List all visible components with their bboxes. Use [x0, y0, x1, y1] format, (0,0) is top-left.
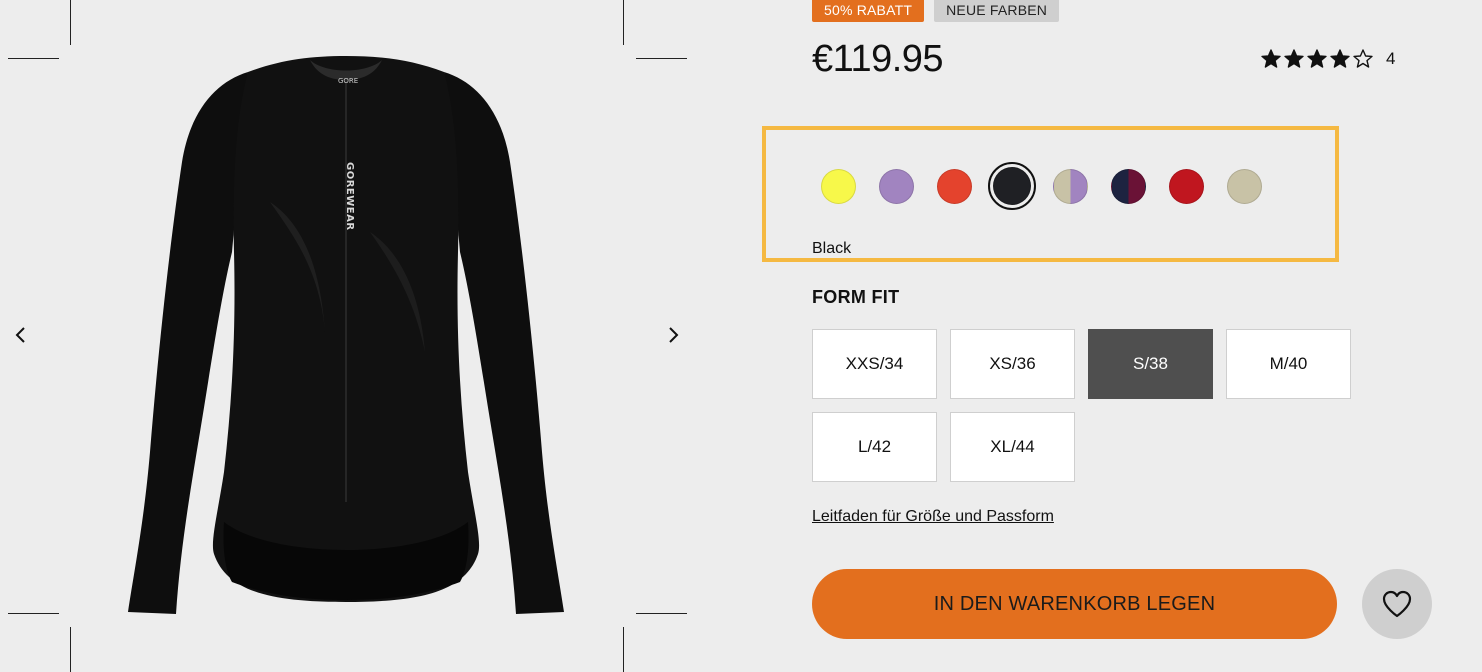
chevron-right-icon	[669, 327, 679, 343]
size-option[interactable]: L/42	[812, 412, 937, 482]
neck-label-text: GORE	[338, 77, 358, 85]
badge-row: 50% RABATT NEUE FARBEN	[812, 0, 1060, 22]
product-rating[interactable]: 4	[1261, 49, 1395, 69]
swatch-color-dot	[1053, 169, 1088, 204]
crop-mark	[70, 627, 71, 672]
swatch-color-dot	[937, 169, 972, 204]
product-gallery: GORE GOREWEAR	[0, 0, 690, 672]
crop-mark	[70, 0, 71, 45]
heart-icon	[1382, 590, 1412, 618]
fit-heading: FORM FIT	[812, 287, 900, 307]
product-image: GORE GOREWEAR	[128, 56, 564, 614]
star-filled-icon	[1261, 49, 1281, 68]
swatch-color-dot	[993, 167, 1031, 205]
size-guide-link[interactable]: Leitfaden für Größe und Passform	[812, 508, 1054, 526]
color-swatch-black[interactable]	[988, 162, 1036, 210]
crop-mark	[636, 58, 687, 59]
color-swatch-yellow[interactable]	[820, 168, 857, 205]
color-swatch-navy-burgundy[interactable]	[1110, 168, 1147, 205]
swatch-color-dot	[1111, 169, 1146, 204]
color-swatch-beige-lavender[interactable]	[1052, 168, 1089, 205]
chevron-left-icon	[15, 327, 25, 343]
crop-mark	[8, 613, 59, 614]
size-option[interactable]: XXS/34	[812, 329, 937, 399]
color-swatch-red[interactable]	[1168, 168, 1205, 205]
crop-mark	[623, 627, 624, 672]
swatch-color-dot	[1227, 169, 1262, 204]
star-empty-icon	[1353, 49, 1373, 68]
size-option[interactable]: S/38	[1088, 329, 1213, 399]
swatch-color-dot	[1169, 169, 1204, 204]
selected-color-name: Black	[812, 240, 852, 257]
color-swatch-list	[820, 162, 1284, 210]
star-filled-icon	[1330, 49, 1350, 68]
rating-stars	[1261, 49, 1373, 69]
color-swatch-beige[interactable]	[1226, 168, 1263, 205]
crop-mark	[636, 613, 687, 614]
chest-logo-text: GOREWEAR	[344, 162, 355, 231]
size-option[interactable]: XS/36	[950, 329, 1075, 399]
star-filled-icon	[1307, 49, 1327, 68]
color-swatch-red-orange[interactable]	[936, 168, 973, 205]
crop-mark	[623, 0, 624, 45]
color-swatch-lavender[interactable]	[878, 168, 915, 205]
product-price: €119.95	[812, 38, 944, 80]
size-option[interactable]: M/40	[1226, 329, 1351, 399]
gallery-next-button[interactable]	[658, 320, 688, 350]
swatch-color-dot	[879, 169, 914, 204]
wishlist-button[interactable]	[1362, 569, 1432, 639]
new-colors-badge: NEUE FARBEN	[934, 0, 1060, 22]
gallery-prev-button[interactable]	[6, 320, 36, 350]
size-option[interactable]: XL/44	[950, 412, 1075, 482]
color-selector: Black	[762, 126, 1339, 262]
sale-badge: 50% RABATT	[812, 0, 925, 22]
star-filled-icon	[1284, 49, 1304, 68]
crop-mark	[8, 58, 59, 59]
add-to-cart-button[interactable]: IN DEN WARENKORB LEGEN	[812, 569, 1337, 639]
swatch-color-dot	[821, 169, 856, 204]
rating-count: 4	[1386, 49, 1396, 68]
